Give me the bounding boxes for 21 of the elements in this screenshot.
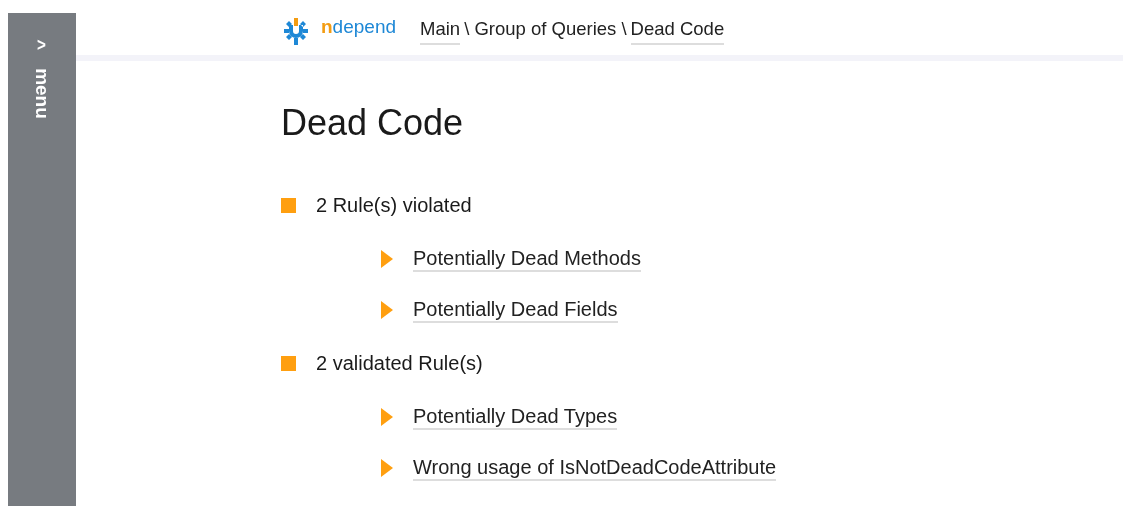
gear-icon [281, 16, 311, 45]
group-heading: 2 Rule(s) violated [316, 193, 472, 218]
chevron-icon[interactable]: > [37, 35, 47, 54]
menu-label[interactable]: menu [32, 68, 52, 119]
breadcrumb-link[interactable]: Main [420, 15, 461, 45]
group-heading: 2 validated Rule(s) [316, 351, 483, 376]
breadcrumb-text: \ Group of Queries \ [464, 17, 627, 42]
rule-link[interactable]: Potentially Dead Fields [413, 297, 618, 323]
sidebar[interactable]: > menu [8, 13, 76, 506]
triangle-bullet-icon [381, 250, 393, 268]
rule-link[interactable]: Wrong usage of IsNotDeadCodeAttribute [413, 455, 777, 481]
breadcrumb-link[interactable]: Dead Code [630, 15, 725, 45]
rule-link[interactable]: Potentially Dead Methods [413, 246, 641, 272]
square-bullet-icon [281, 197, 296, 213]
rule-link[interactable]: Potentially Dead Types [413, 404, 618, 430]
logo-text: ndepend [321, 15, 396, 40]
square-bullet-icon [281, 355, 296, 371]
page-title: Dead Code [281, 100, 465, 144]
triangle-bullet-icon [381, 301, 393, 319]
triangle-bullet-icon [381, 459, 393, 477]
triangle-bullet-icon [381, 408, 393, 426]
